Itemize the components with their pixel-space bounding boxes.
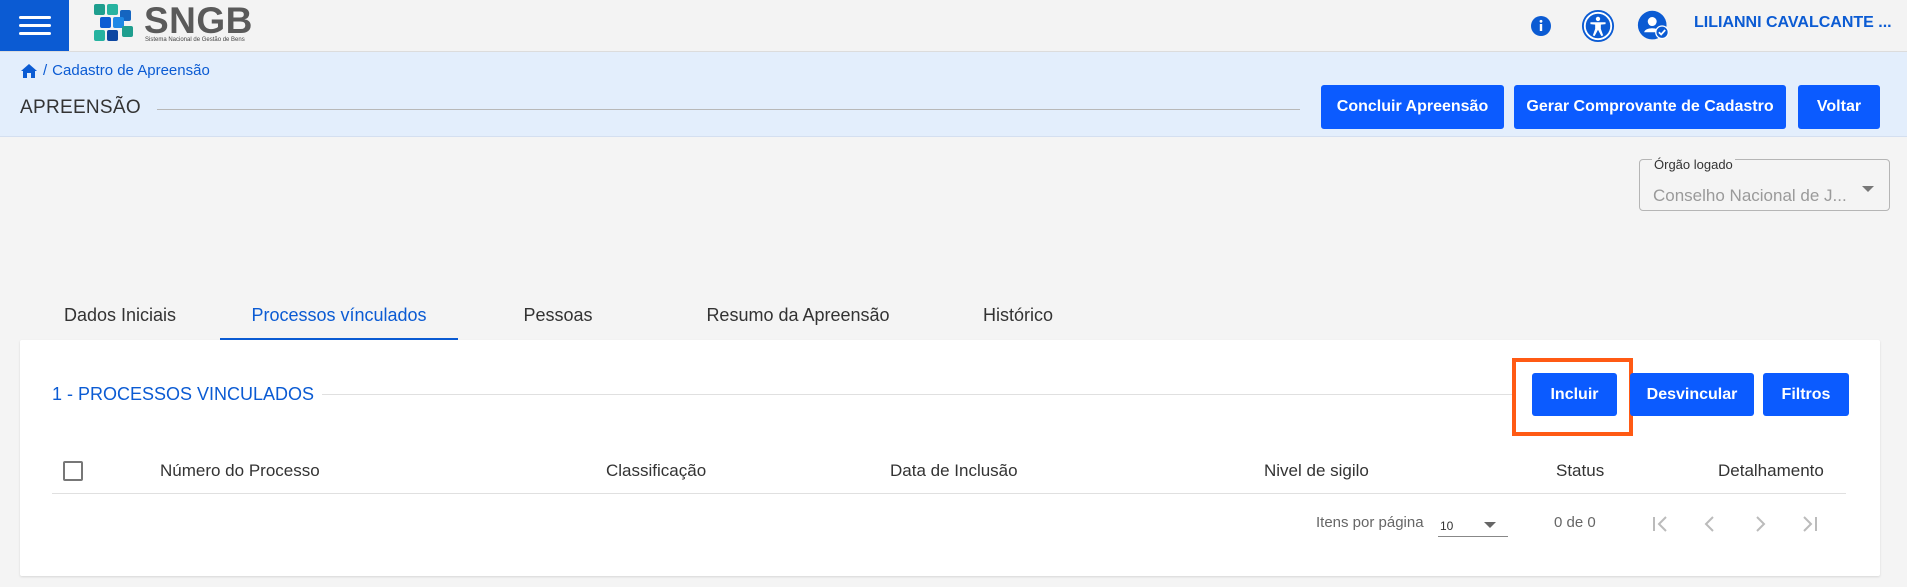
column-classification[interactable]: Classificação [606,461,706,481]
app-logo[interactable]: SNGB Sistema Nacional de Gestão de Bens [92,0,252,48]
logo-text: SNGB [144,0,253,41]
linked-processes-card: 1 - PROCESSOS VINCULADOS Incluir Desvinc… [20,340,1880,576]
next-page-button[interactable] [1744,508,1776,540]
select-all-checkbox[interactable] [63,461,83,481]
breadcrumb: / Cadastro de Apreensão [20,62,210,79]
chevron-right-icon [1756,516,1766,532]
unlink-button[interactable]: Desvincular [1630,373,1754,416]
filters-button[interactable]: Filtros [1763,373,1849,416]
column-process-number[interactable]: Número do Processo [160,461,320,481]
paginator: Itens por página 10 0 de 0 [20,508,1880,540]
info-icon [1531,16,1551,36]
chevron-down-icon [1862,186,1874,192]
org-select-label: Órgão logado [1652,157,1735,172]
conclude-seizure-button[interactable]: Concluir Apreensão [1321,85,1504,129]
page-size-select[interactable]: 10 [1438,511,1508,537]
tab-seizure-summary[interactable]: Resumo da Apreensão [658,290,938,340]
user-verified-icon [1637,10,1669,40]
section-title: 1 - PROCESSOS VINCULADOS [52,384,315,404]
first-page-button[interactable] [1644,508,1676,540]
column-secrecy-level[interactable]: Nivel de sigilo [1264,461,1369,481]
title-divider [157,109,1300,110]
logo-mark-icon [94,4,133,41]
hamburger-icon [18,16,51,19]
tab-history[interactable]: Histórico [938,290,1098,340]
user-name[interactable]: LILIANNI CAVALCANTE ... [1694,14,1892,32]
last-page-button[interactable] [1794,508,1826,540]
breadcrumb-current[interactable]: Cadastro de Apreensão [52,62,210,79]
info-button[interactable] [1524,9,1558,43]
column-details[interactable]: Detalhamento [1718,461,1824,481]
chevron-down-icon [1484,522,1496,528]
page-title: APREENSÃO [20,97,141,118]
user-button[interactable] [1637,9,1671,43]
page-range-label: 0 de 0 [1554,514,1596,531]
logo-subtitle: Sistema Nacional de Gestão de Bens [145,37,245,43]
menu-button[interactable] [0,0,69,51]
tab-bar: Dados Iniciais Processos vínculados Pess… [20,290,1880,340]
tab-initial-data[interactable]: Dados Iniciais [20,290,220,340]
first-page-icon [1653,516,1667,532]
accessibility-icon [1581,9,1615,43]
items-per-page-label: Itens por página [1316,514,1424,531]
tab-linked-processes[interactable]: Processos vínculados [220,290,458,340]
accessibility-button[interactable] [1581,9,1615,43]
page-header: / Cadastro de Apreensão APREENSÃO Conclu… [0,52,1907,137]
breadcrumb-separator: / [43,62,48,79]
last-page-icon [1803,516,1817,532]
org-select-value: Conselho Nacional de J... [1653,186,1847,205]
generate-receipt-button[interactable]: Gerar Comprovante de Cadastro [1514,85,1786,129]
chevron-left-icon [1704,516,1714,532]
home-icon[interactable] [20,63,38,79]
highlight-annotation [1512,358,1633,436]
top-bar: SNGB Sistema Nacional de Gestão de Bens … [0,0,1907,52]
section-divider [322,394,1514,395]
previous-page-button[interactable] [1694,508,1726,540]
page-size-value: 10 [1440,519,1454,533]
logged-org-select[interactable]: Órgão logado Conselho Nacional de J... [1639,157,1890,211]
column-inclusion-date[interactable]: Data de Inclusão [890,461,1018,481]
table-header-row: Número do Processo Classificação Data de… [52,448,1846,494]
back-button[interactable]: Voltar [1798,85,1880,129]
column-status[interactable]: Status [1556,461,1604,481]
tab-people[interactable]: Pessoas [458,290,658,340]
